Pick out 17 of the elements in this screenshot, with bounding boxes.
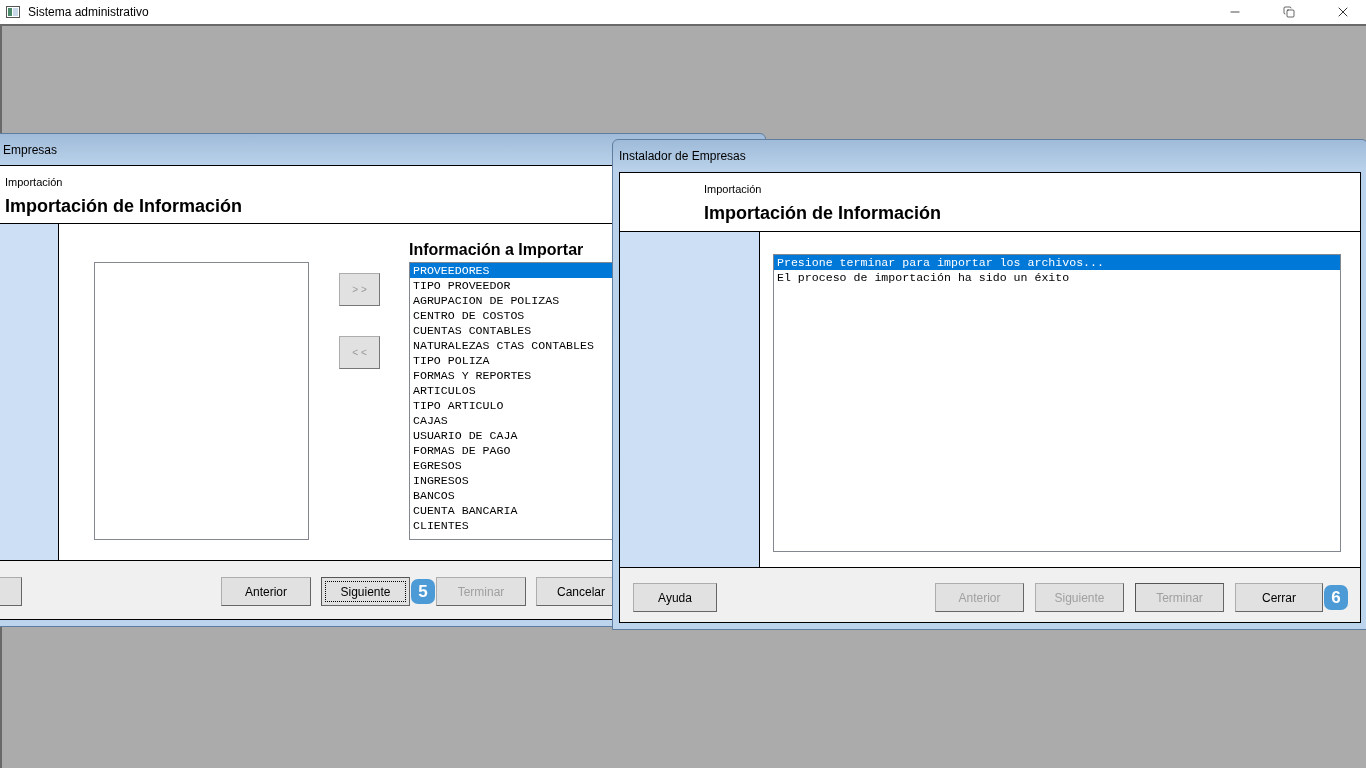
step-badge: 6 bbox=[1324, 585, 1348, 610]
app-title: Sistema administrativo bbox=[28, 5, 149, 19]
dialog-button[interactable]: Siguiente bbox=[321, 577, 410, 606]
header-title: Importación de Información bbox=[704, 203, 943, 224]
step-badge: 5 bbox=[411, 579, 435, 604]
log-list[interactable]: Presione terminar para importar los archivos... El proceso de importación ha sido un éxito bbox=[773, 254, 1341, 552]
app-icon bbox=[6, 6, 20, 18]
window-title: Empresas bbox=[3, 141, 58, 159]
log-line[interactable]: El proceso de importación ha sido un éxito bbox=[774, 270, 1340, 285]
window-title: Instalador de Empresas bbox=[619, 148, 746, 165]
header-subtitle: Importación bbox=[704, 183, 763, 195]
list-heading: Información a Importar bbox=[409, 241, 585, 260]
restore-icon bbox=[1283, 6, 1295, 18]
dialog-button[interactable]: Anterior bbox=[221, 577, 311, 606]
header-subtitle: Importación bbox=[5, 176, 64, 188]
help-button[interactable]: Ayuda bbox=[633, 583, 717, 612]
dialog-button[interactable]: Cerrar bbox=[1235, 583, 1323, 612]
